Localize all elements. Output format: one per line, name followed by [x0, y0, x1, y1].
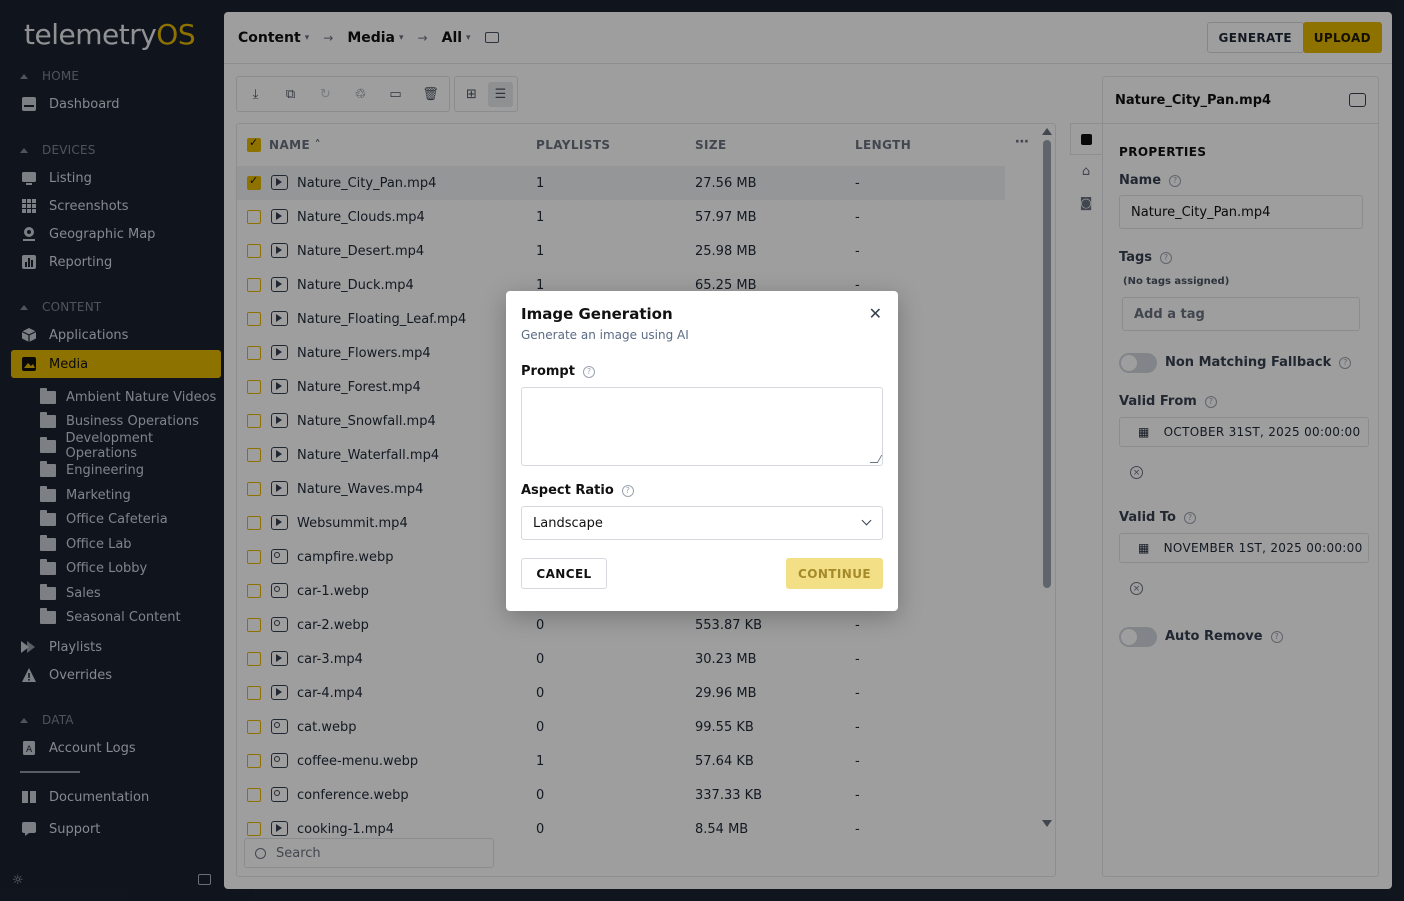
- continue-button[interactable]: CONTINUE: [786, 558, 883, 589]
- chevron-down-icon: [861, 515, 872, 526]
- help-icon[interactable]: ?: [582, 365, 595, 378]
- close-icon[interactable]: ✕: [869, 304, 882, 323]
- help-icon[interactable]: ?: [621, 484, 634, 497]
- cancel-button[interactable]: CANCEL: [521, 558, 607, 589]
- prompt-label: Prompt?: [521, 364, 595, 379]
- aspect-ratio-label: Aspect Ratio?: [521, 483, 634, 498]
- dialog-subtitle: Generate an image using AI: [521, 328, 689, 342]
- aspect-ratio-select[interactable]: Landscape: [521, 506, 883, 540]
- image-generation-dialog: Image Generation Generate an image using…: [506, 291, 898, 611]
- prompt-textarea[interactable]: [521, 387, 883, 466]
- dialog-title: Image Generation: [521, 305, 673, 323]
